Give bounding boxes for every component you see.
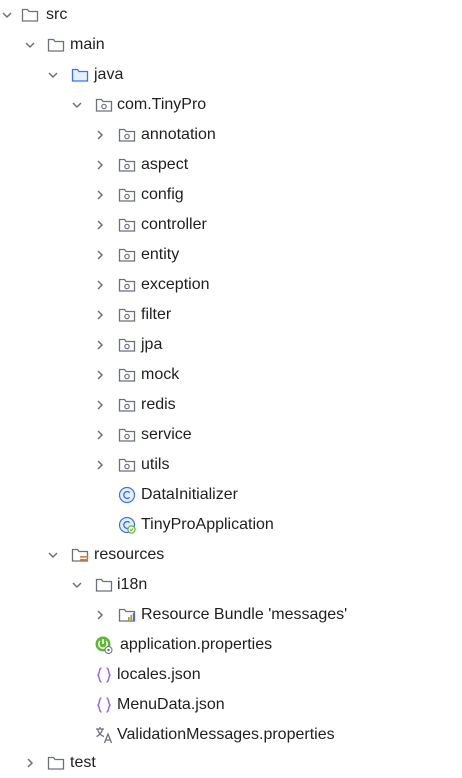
chevron-down-icon[interactable] bbox=[70, 578, 84, 592]
tree-label-validation-properties: ValidationMessages.properties bbox=[117, 726, 335, 743]
tree-label-package-root: com.TinyPro bbox=[117, 96, 207, 113]
chevron-right-icon[interactable] bbox=[93, 158, 107, 172]
tree-row-test[interactable]: test bbox=[0, 748, 462, 778]
tree-row-locales-json[interactable]: locales.json bbox=[0, 660, 462, 690]
package-icon bbox=[117, 425, 137, 445]
tree-label-application-properties: application.properties bbox=[120, 636, 273, 653]
chevron-down-icon[interactable] bbox=[46, 68, 60, 82]
chevron-right-icon[interactable] bbox=[93, 218, 107, 232]
chevron-right-icon[interactable] bbox=[93, 428, 107, 442]
spring-properties-icon bbox=[94, 635, 114, 655]
chevron-down-icon[interactable] bbox=[70, 98, 84, 112]
tree-label-exception: exception bbox=[141, 276, 210, 293]
tree-label-menu-data-json: MenuData.json bbox=[117, 696, 225, 713]
package-icon bbox=[117, 305, 137, 325]
tree-row-entity[interactable]: entity bbox=[0, 240, 462, 270]
package-icon bbox=[117, 215, 137, 235]
tree-label-data-initializer: DataInitializer bbox=[141, 486, 238, 503]
tree-row-service[interactable]: service bbox=[0, 420, 462, 450]
resources-folder-icon bbox=[70, 545, 90, 565]
tree-label-jpa: jpa bbox=[141, 336, 163, 353]
tree-row-application[interactable]: TinyProApplication bbox=[0, 510, 462, 540]
tree-label-resource-bundle: Resource Bundle 'messages' bbox=[141, 606, 348, 623]
tree-row-menu-data-json[interactable]: MenuData.json bbox=[0, 690, 462, 720]
translation-properties-icon bbox=[94, 725, 114, 745]
tree-row-annotation[interactable]: annotation bbox=[0, 120, 462, 150]
package-icon bbox=[117, 395, 137, 415]
chevron-right-icon[interactable] bbox=[93, 248, 107, 262]
package-icon bbox=[117, 185, 137, 205]
chevron-right-icon[interactable] bbox=[93, 188, 107, 202]
tree-label-redis: redis bbox=[141, 396, 176, 413]
source-folder-icon bbox=[70, 65, 90, 85]
json-icon bbox=[94, 665, 114, 685]
chevron-right-icon[interactable] bbox=[93, 278, 107, 292]
package-icon bbox=[117, 155, 137, 175]
tree-row-config[interactable]: config bbox=[0, 180, 462, 210]
tree-row-data-initializer[interactable]: DataInitializer bbox=[0, 480, 462, 510]
tree-row-resources[interactable]: resources bbox=[0, 540, 462, 570]
json-icon bbox=[94, 695, 114, 715]
resource-bundle-icon bbox=[117, 605, 137, 625]
tree-label-utils: utils bbox=[141, 456, 170, 473]
package-icon bbox=[94, 95, 114, 115]
package-icon bbox=[117, 365, 137, 385]
chevron-right-icon[interactable] bbox=[93, 608, 107, 622]
tree-row-aspect[interactable]: aspect bbox=[0, 150, 462, 180]
tree-label-filter: filter bbox=[141, 306, 172, 323]
tree-label-test: test bbox=[70, 754, 96, 771]
tree-row-package-root[interactable]: com.TinyPro bbox=[0, 90, 462, 120]
folder-icon bbox=[46, 35, 66, 55]
tree-row-application-properties[interactable]: application.properties bbox=[0, 630, 462, 660]
tree-row-validation-properties[interactable]: ValidationMessages.properties bbox=[0, 720, 462, 750]
package-icon bbox=[117, 335, 137, 355]
tree-row-filter[interactable]: filter bbox=[0, 300, 462, 330]
tree-row-main[interactable]: main bbox=[0, 30, 462, 60]
chevron-right-icon[interactable] bbox=[93, 368, 107, 382]
chevron-down-icon[interactable] bbox=[23, 38, 37, 52]
tree-label-i18n: i18n bbox=[117, 576, 148, 593]
tree-label-main: main bbox=[70, 36, 105, 53]
chevron-right-icon[interactable] bbox=[93, 398, 107, 412]
chevron-down-icon[interactable] bbox=[0, 8, 14, 22]
tree-label-locales-json: locales.json bbox=[117, 666, 201, 683]
package-icon bbox=[117, 125, 137, 145]
tree-label-resources: resources bbox=[94, 546, 165, 563]
tree-label-application: TinyProApplication bbox=[141, 516, 274, 533]
tree-row-controller[interactable]: controller bbox=[0, 210, 462, 240]
tree-label-config: config bbox=[141, 186, 184, 203]
tree-label-java: java bbox=[94, 66, 124, 83]
project-tree: src main java com.TinyPro annotation asp… bbox=[0, 0, 462, 771]
chevron-right-icon[interactable] bbox=[23, 756, 37, 770]
tree-row-exception[interactable]: exception bbox=[0, 270, 462, 300]
folder-icon bbox=[94, 575, 114, 595]
tree-row-redis[interactable]: redis bbox=[0, 390, 462, 420]
package-icon bbox=[117, 245, 137, 265]
tree-row-mock[interactable]: mock bbox=[0, 360, 462, 390]
tree-label-aspect: aspect bbox=[141, 156, 189, 173]
tree-row-src[interactable]: src bbox=[0, 0, 462, 30]
chevron-right-icon[interactable] bbox=[93, 128, 107, 142]
tree-row-i18n[interactable]: i18n bbox=[0, 570, 462, 600]
tree-label-mock: mock bbox=[141, 366, 180, 383]
tree-row-utils[interactable]: utils bbox=[0, 450, 462, 480]
chevron-right-icon[interactable] bbox=[93, 308, 107, 322]
tree-label-src: src bbox=[46, 6, 68, 23]
package-icon bbox=[117, 455, 137, 475]
tree-label-entity: entity bbox=[141, 246, 180, 263]
chevron-right-icon[interactable] bbox=[93, 458, 107, 472]
tree-row-java[interactable]: java bbox=[0, 60, 462, 90]
tree-label-annotation: annotation bbox=[141, 126, 216, 143]
spring-application-class-icon bbox=[117, 515, 137, 535]
tree-row-resource-bundle[interactable]: Resource Bundle 'messages' bbox=[0, 600, 462, 630]
folder-icon bbox=[20, 5, 40, 25]
chevron-right-icon[interactable] bbox=[93, 338, 107, 352]
tree-label-service: service bbox=[141, 426, 192, 443]
folder-icon bbox=[46, 753, 66, 773]
chevron-down-icon[interactable] bbox=[46, 548, 60, 562]
tree-row-jpa[interactable]: jpa bbox=[0, 330, 462, 360]
package-icon bbox=[117, 275, 137, 295]
class-icon bbox=[117, 485, 137, 505]
tree-label-controller: controller bbox=[141, 216, 207, 233]
